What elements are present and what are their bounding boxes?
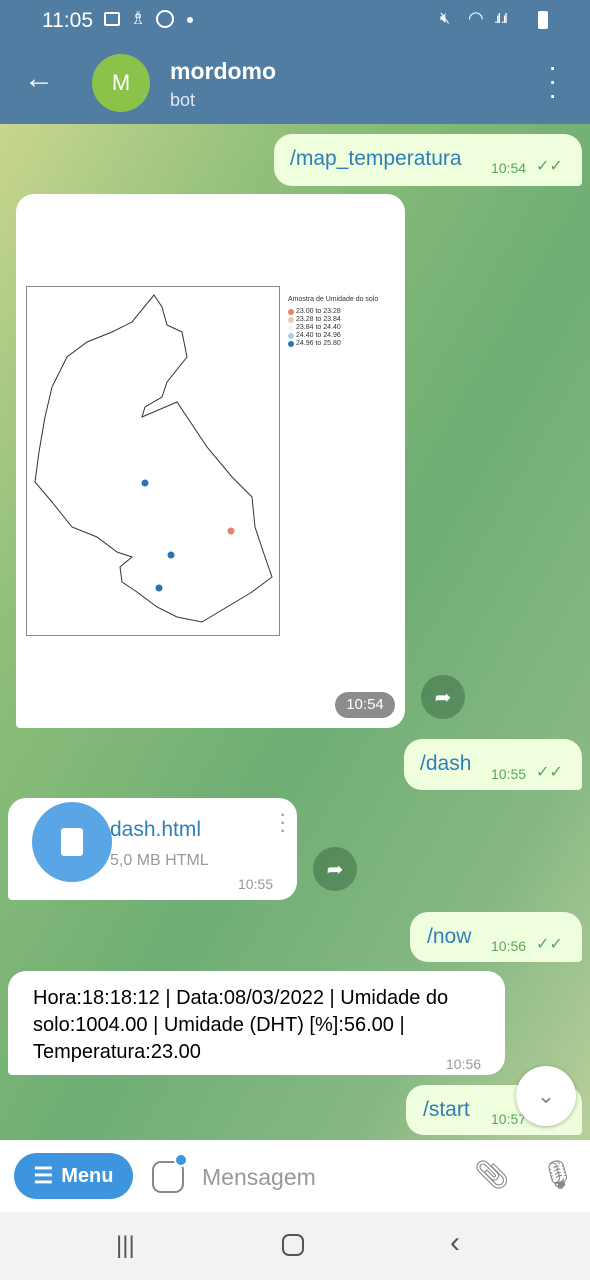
read-checks-icon: ✓✓ — [536, 158, 563, 175]
map-region — [34, 294, 273, 623]
status-bar: 11:05 ♗ 🔇︎ ◠ .ıl .ıl — [0, 0, 590, 40]
legend-swatch — [288, 341, 294, 347]
legend-swatch — [288, 309, 294, 315]
legend-item: 23.00 to 23.28 — [288, 308, 378, 316]
scroll-down-button[interactable]: ⌄ — [516, 1066, 576, 1126]
back-arrow-icon[interactable]: ← — [24, 62, 54, 96]
outgoing-message[interactable]: /now 10:56 ✓✓ — [410, 912, 582, 962]
menu-label: Menu — [61, 1164, 114, 1187]
recent-apps-icon[interactable]: ||| — [116, 1232, 135, 1260]
outgoing-message[interactable]: /map_temperatura 10:54 ✓✓ — [274, 134, 582, 186]
message-time: 10:55 — [238, 876, 274, 892]
more-options-icon[interactable]: · · · — [548, 53, 557, 109]
message-text: /now — [427, 925, 472, 948]
legend-item: 24.96 to 25.80 — [288, 340, 378, 348]
legend-title: Amostra de Umidade do solo — [288, 296, 379, 303]
message-time: 10:56 — [446, 1056, 482, 1072]
legend-label: 23.84 to 24.40 — [296, 324, 341, 331]
map-point — [155, 584, 163, 592]
legend-label: 24.96 to 25.80 — [296, 340, 341, 347]
avatar[interactable]: M — [92, 54, 150, 112]
map-legend: Amostra de Umidade do solo 23.00 to 23.2… — [288, 296, 378, 348]
avatar-letter: M — [111, 70, 131, 95]
legend-item: 24.40 to 24.96 — [288, 332, 378, 340]
status-time: 11:05 — [42, 9, 93, 32]
chevron-down-icon: ⌄ — [536, 1083, 556, 1108]
message-input-bar: ☰ Menu Mensagem 📎︎ 🎙︎ — [0, 1140, 590, 1212]
message-time: 10:55 — [491, 766, 527, 782]
file-icon[interactable] — [32, 802, 112, 882]
chat-header: ← M mordomo bot · · · — [0, 40, 590, 124]
chat-title[interactable]: mordomo — [170, 58, 276, 85]
back-icon[interactable]: ‹ — [450, 1226, 460, 1260]
file-message[interactable]: dash.html 5,0 MB HTML 10:55 · · · — [8, 798, 297, 900]
chat-subtitle: bot — [170, 90, 196, 110]
home-icon[interactable] — [282, 1234, 304, 1256]
message-text: /map_temperatura — [290, 147, 462, 170]
legend-swatch — [288, 325, 294, 331]
notification-icon: ♗ — [130, 8, 147, 28]
read-checks-icon: ✓✓ — [536, 764, 563, 781]
legend-swatch — [288, 333, 294, 339]
attach-icon[interactable]: 📎︎ — [474, 1158, 510, 1191]
forward-button[interactable]: ➦ — [421, 675, 465, 719]
map-frame — [26, 286, 280, 636]
mute-icon: 🔇︎ — [440, 10, 451, 27]
hamburger-icon: ☰ — [33, 1163, 54, 1188]
photo-message[interactable]: Amostra de Umidade do solo 23.00 to 23.2… — [16, 194, 405, 728]
message-time: 10:54 — [491, 160, 527, 176]
message-text: /start — [423, 1098, 470, 1121]
file-menu-icon[interactable]: · · · — [279, 803, 286, 841]
chat-area: /map_temperatura 10:54 ✓✓ Amostra de Umi… — [0, 124, 590, 1140]
sticker-icon[interactable] — [152, 1153, 188, 1193]
legend-item: 23.28 to 23.84 — [288, 316, 378, 324]
menu-button[interactable]: ☰ Menu — [14, 1153, 133, 1199]
map-point — [141, 479, 149, 487]
message-text: /dash — [420, 752, 472, 775]
battery-icon — [538, 11, 548, 29]
legend-label: 24.40 to 24.96 — [296, 332, 341, 339]
message-text: Hora:18:18:12 | Data:08/03/2022 | Umidad… — [33, 987, 449, 1063]
legend-label: 23.28 to 23.84 — [296, 316, 341, 323]
forward-button[interactable]: ➦ — [313, 847, 357, 891]
file-size: 5,0 MB HTML — [110, 852, 209, 869]
incoming-message[interactable]: Hora:18:18:12 | Data:08/03/2022 | Umidad… — [8, 971, 505, 1075]
gallery-icon — [104, 12, 120, 26]
outgoing-message[interactable]: /dash 10:55 ✓✓ — [404, 739, 582, 790]
read-checks-icon: ✓✓ — [536, 936, 563, 953]
file-name[interactable]: dash.html — [110, 818, 201, 842]
message-input[interactable]: Mensagem — [202, 1164, 316, 1191]
message-time: 10:56 — [491, 938, 527, 954]
legend-swatch — [288, 317, 294, 323]
signal-icon: .ıl .ıl — [494, 10, 508, 26]
wifi-icon: ◠ — [468, 8, 484, 28]
system-nav-bar: ||| ‹ — [0, 1212, 590, 1280]
map-point — [167, 551, 175, 559]
sync-icon — [156, 10, 174, 28]
microphone-icon[interactable]: 🎙︎ — [540, 1158, 576, 1191]
photo-time: 10:54 — [335, 692, 395, 718]
legend-label: 23.00 to 23.28 — [296, 308, 341, 315]
legend-item: 23.84 to 24.40 — [288, 324, 378, 332]
share-arrow-icon: ➦ — [434, 686, 452, 709]
dot-icon — [187, 17, 193, 23]
map-point — [227, 527, 235, 535]
share-arrow-icon: ➦ — [326, 858, 344, 881]
